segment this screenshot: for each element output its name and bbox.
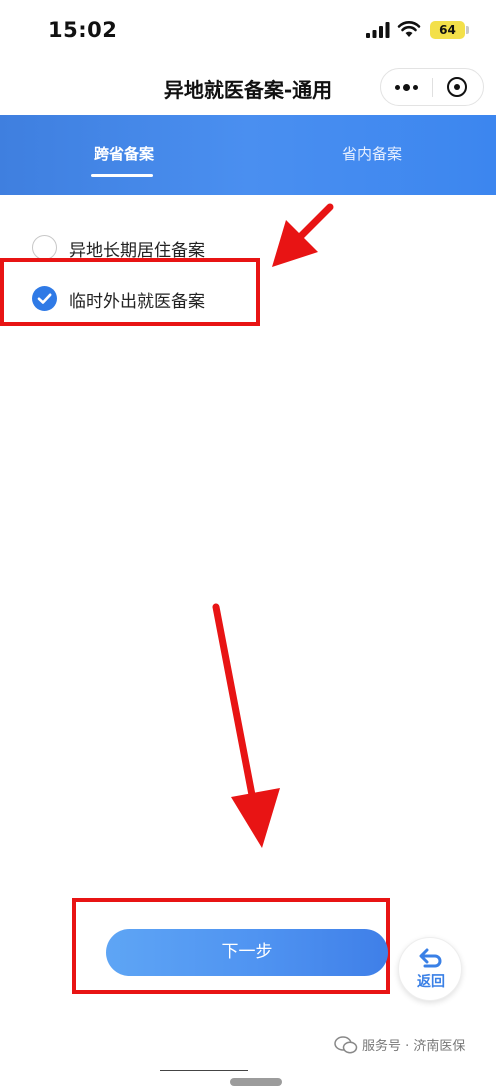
mini-program-capsule <box>380 68 484 106</box>
return-arrow-icon <box>419 948 442 968</box>
title-bar: 异地就医备案-通用 <box>0 60 496 115</box>
more-dot-icon <box>395 85 400 90</box>
more-dot-icon <box>403 84 410 91</box>
back-button[interactable]: 返回 <box>398 937 462 1001</box>
target-icon <box>447 77 467 97</box>
next-step-button[interactable]: 下一步 <box>106 929 388 976</box>
arrow-to-next-button-icon <box>212 603 280 848</box>
signal-icon <box>366 22 390 38</box>
wifi-icon <box>397 21 421 37</box>
more-options-button[interactable] <box>381 69 432 105</box>
radio-unchecked-icon[interactable] <box>32 235 57 260</box>
status-bar: 15:02 64 <box>0 0 496 60</box>
watermark: 服务号 · 济南医保 <box>334 1034 494 1058</box>
target-center <box>454 84 460 90</box>
back-label: 返回 <box>417 974 445 990</box>
active-tab-indicator <box>91 174 153 177</box>
watermark-text: 服务号 · 济南医保 <box>362 1039 466 1054</box>
battery-level: 64 <box>439 23 456 37</box>
tab-within-province[interactable]: 省内备案 <box>248 143 496 164</box>
wechat-icon <box>334 1036 358 1054</box>
battery-icon: 64 <box>430 21 465 39</box>
battery-tip <box>466 26 469 34</box>
close-mini-program-button[interactable] <box>433 69 483 105</box>
bottom-divider <box>160 1070 248 1071</box>
tab-cross-province[interactable]: 跨省备案 <box>0 143 248 164</box>
status-time: 15:02 <box>48 18 118 42</box>
annotation-box-option <box>0 258 260 326</box>
more-dot-icon <box>413 85 418 90</box>
home-indicator[interactable] <box>230 1078 282 1086</box>
tab-header: 跨省备案 省内备案 <box>0 115 496 195</box>
